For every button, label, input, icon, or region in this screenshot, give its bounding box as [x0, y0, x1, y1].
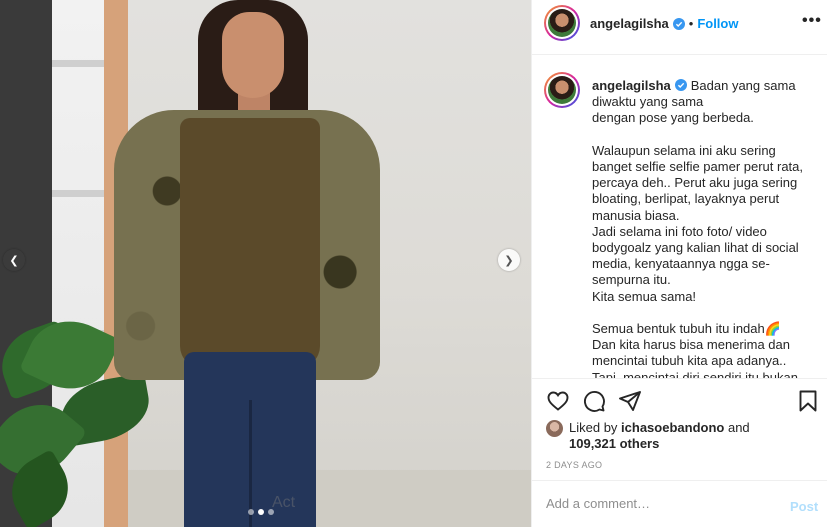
carousel-dot	[248, 509, 254, 515]
carousel-next-button[interactable]: ❯	[498, 249, 520, 271]
liker-avatar[interactable]	[546, 420, 563, 437]
liker-username[interactable]: ichasoebandono	[621, 420, 724, 435]
carousel-indicator	[248, 509, 274, 515]
carousel-prev-button[interactable]: ❮	[3, 249, 25, 271]
person-face	[222, 12, 284, 98]
caption-username[interactable]: angelagilsha	[592, 78, 671, 93]
share-icon[interactable]	[618, 389, 642, 413]
comment-bar: Post	[532, 480, 827, 527]
post-caption: angelagilsha Badan yang sama diwaktu yang…	[592, 78, 814, 378]
author-info: angelagilsha • Follow	[590, 16, 738, 31]
post-photo[interactable]: ❮ ❯	[0, 0, 531, 527]
header-separator: •	[688, 16, 694, 31]
verified-badge-icon	[674, 79, 687, 91]
post-comment-button[interactable]: Post	[790, 499, 818, 514]
chevron-right-icon: ❯	[504, 254, 514, 267]
caption-text: Badan yang sama diwaktu yang sama dengan…	[592, 78, 804, 378]
jeans-seam	[249, 400, 252, 527]
post-actions: Liked by ichasoebandono and 109,321 othe…	[532, 378, 827, 478]
comment-icon[interactable]	[582, 389, 606, 413]
more-options-button[interactable]: •••	[802, 12, 822, 30]
comment-input[interactable]	[546, 496, 776, 511]
caption-area[interactable]: angelagilsha Badan yang sama diwaktu yang…	[532, 56, 827, 378]
photo-person	[110, 0, 400, 527]
follow-button[interactable]: Follow	[697, 16, 738, 31]
verified-badge-icon	[672, 17, 685, 30]
carousel-dot	[258, 509, 264, 515]
bookmark-icon[interactable]	[796, 389, 820, 413]
likes-count[interactable]: 109,321 others	[569, 436, 659, 451]
chevron-left-icon: ❮	[9, 254, 19, 267]
activation-watermark: Act	[272, 494, 296, 511]
likes-and: and	[727, 420, 750, 435]
olive-shirt	[180, 118, 320, 368]
author-avatar[interactable]	[544, 5, 580, 41]
heart-icon[interactable]	[546, 389, 570, 413]
post-timestamp[interactable]: 2 DAYS AGO	[546, 460, 602, 470]
likes-prefix: Liked by	[569, 420, 618, 435]
post-header: angelagilsha • Follow •••	[532, 0, 827, 55]
caption-author-avatar[interactable]	[544, 72, 580, 108]
likes-summary: Liked by ichasoebandono and 109,321 othe…	[546, 420, 750, 452]
likes-text: Liked by ichasoebandono and 109,321 othe…	[569, 420, 750, 452]
post-side-panel: angelagilsha • Follow ••• angelagilsha Ba…	[531, 0, 827, 527]
author-username[interactable]: angelagilsha	[590, 16, 669, 31]
